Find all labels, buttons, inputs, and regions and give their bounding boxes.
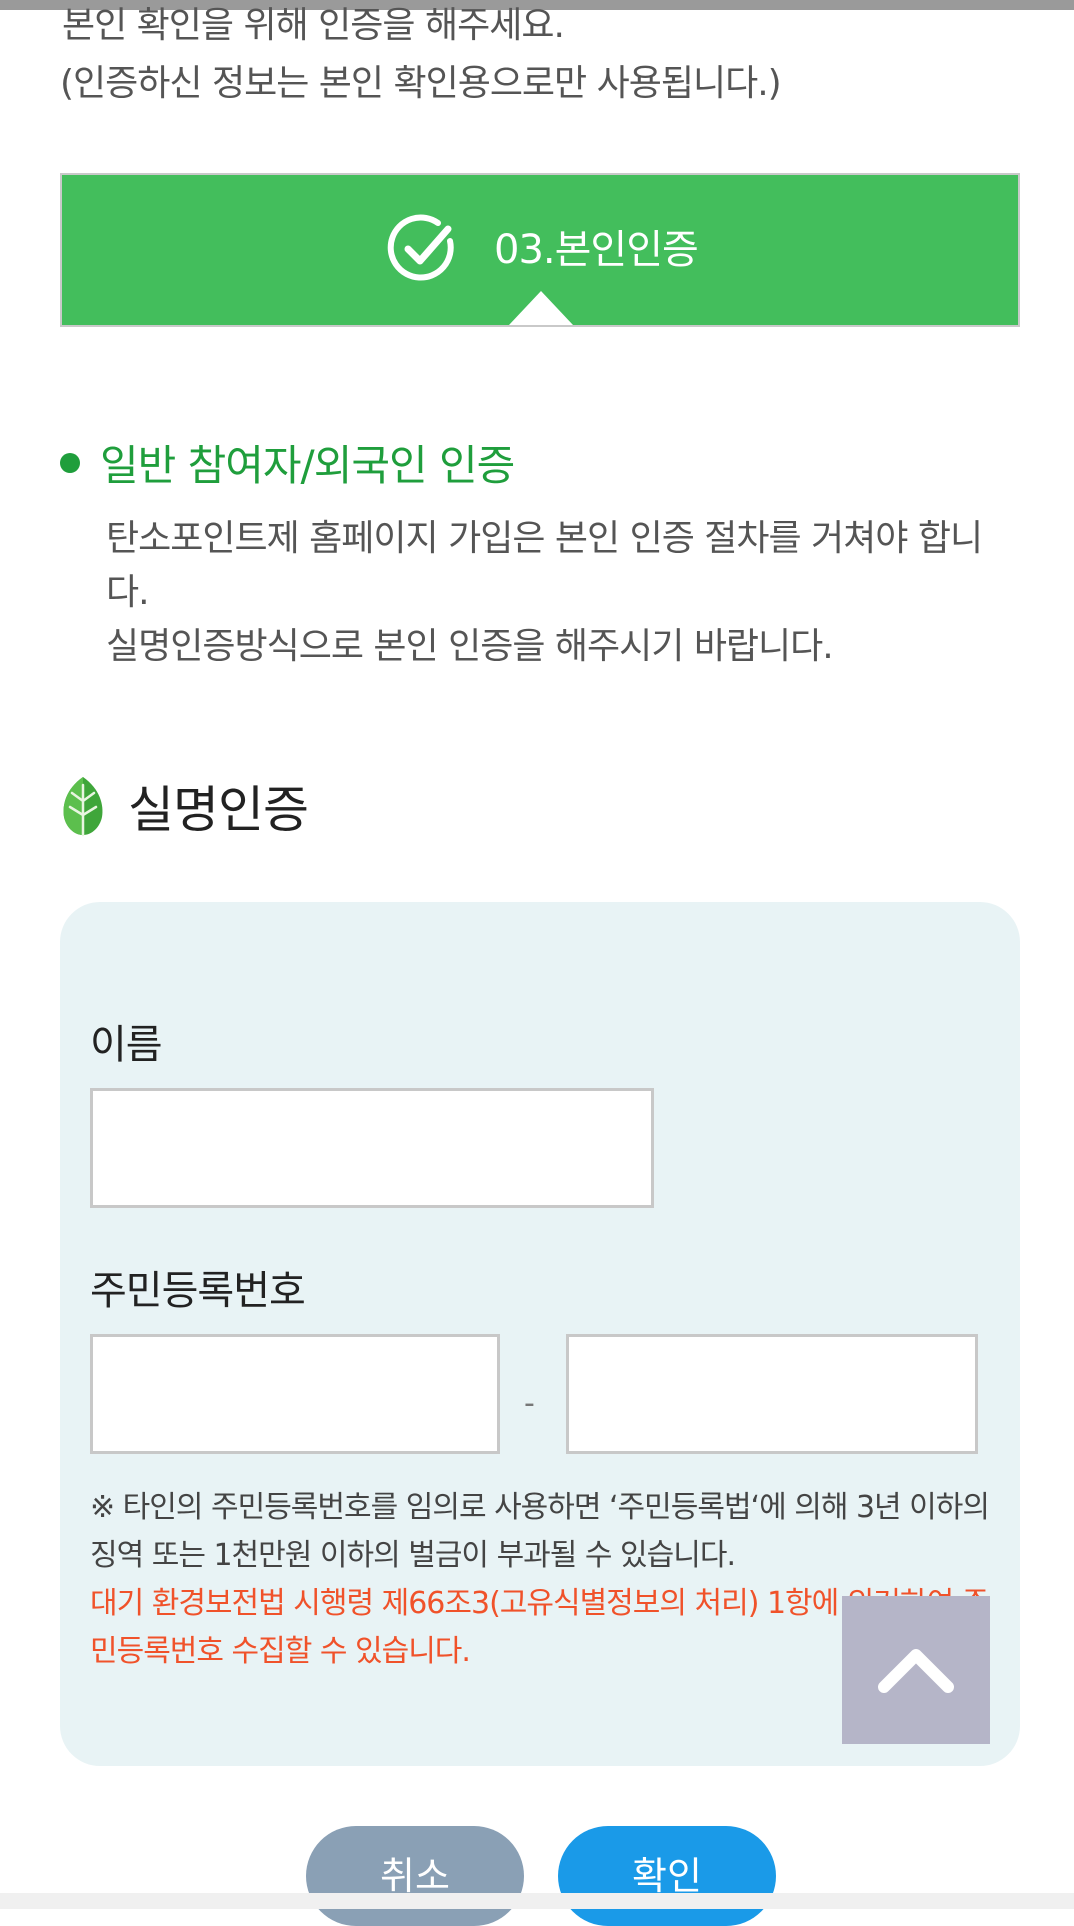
bottom-edge <box>0 1893 1074 1909</box>
description-line-2: 실명인증방식으로 본인 인증을 해주시기 바랍니다. <box>106 626 834 667</box>
step-pointer <box>509 291 573 325</box>
name-label: 이름 <box>90 1022 163 1068</box>
leaf-icon <box>63 777 103 837</box>
subsection-heading: 실명인증 <box>60 770 309 842</box>
section-title: 일반 참여자/외국인 인증 <box>100 441 515 490</box>
rrn-separator: - <box>524 1386 535 1421</box>
intro-line-1: 본인 확인을 위해 인증을 해주세요. <box>62 5 565 46</box>
description-line-1: 탄소포인트제 홈페이지 가입은 본인 인증 절차를 거쳐야 합니다. <box>106 518 983 613</box>
scroll-top-button[interactable] <box>842 1596 990 1744</box>
rrn-legal-warning: ※ 타인의 주민등록번호를 임의로 사용하면 ‘주민등록법‘에 의해 3년 이하… <box>90 1490 990 1573</box>
rrn-back-input[interactable] <box>566 1334 978 1454</box>
cancel-button[interactable]: 취소 <box>306 1826 524 1926</box>
subsection-title: 실명인증 <box>128 781 309 839</box>
bullet-dot <box>60 452 80 473</box>
check-circle-icon <box>387 214 454 281</box>
step-banner: 03.본인인증 <box>60 173 1020 327</box>
name-input[interactable] <box>90 1088 654 1208</box>
rrn-front-input[interactable] <box>90 1334 500 1454</box>
confirm-button[interactable]: 확인 <box>558 1826 776 1926</box>
chevron-up-icon <box>878 1649 954 1693</box>
rrn-label: 주민등록번호 <box>90 1268 306 1314</box>
intro-line-2: (인증하신 정보는 본인 확인용으로만 사용됩니다.) <box>60 63 782 104</box>
section-description: 탄소포인트제 홈페이지 가입은 본인 인증 절차를 거쳐야 합니다. 실명인증방… <box>106 512 1006 674</box>
step-label: 03.본인인증 <box>494 227 699 273</box>
section-heading: 일반 참여자/외국인 인증 <box>60 432 515 493</box>
